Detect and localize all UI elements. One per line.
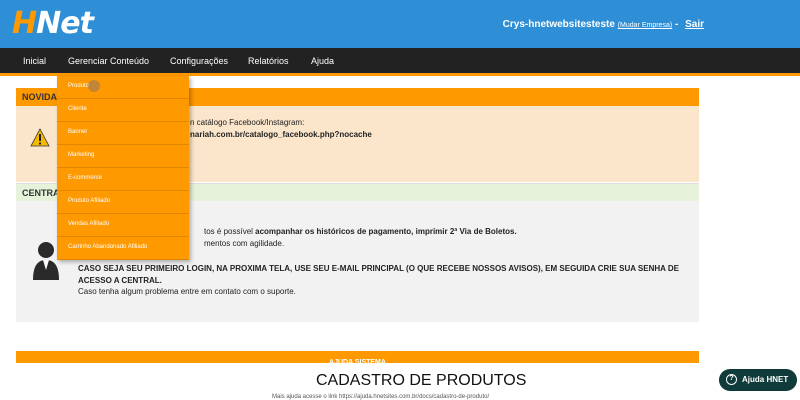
top-header: HNet Crys-hnetwebsitesteste (Mudar Empre… xyxy=(0,0,800,48)
ajuda-hnet-label: Ajuda HNET xyxy=(742,375,789,384)
mouse-cursor-indicator xyxy=(88,80,100,92)
nav-item-gerenciar-conteudo[interactable]: Gerenciar Conteúdo xyxy=(68,56,149,66)
help-bar: AJUDA SISTEMA xyxy=(16,351,699,366)
help-link[interactable]: Mais ajuda acesse o link https://ajuda.h… xyxy=(272,394,489,400)
dropdown-item-cliente[interactable]: Cliente xyxy=(57,99,189,122)
help-title: CADASTRO DE PRODUTOS xyxy=(316,372,527,389)
dropdown-item-produto[interactable]: Produto xyxy=(57,76,189,99)
dropdown-item-carrinho-abandonado[interactable]: Carrinho Abandonado Afiliado xyxy=(57,237,189,260)
dropdown-item-vendas-afiliado[interactable]: Vendas Afiliado xyxy=(57,214,189,237)
account-info: Crys-hnetwebsitesteste (Mudar Empresa) -… xyxy=(503,19,704,30)
nav-item-relatorios[interactable]: Relatórios xyxy=(248,56,289,66)
dropdown-item-marketing[interactable]: Marketing xyxy=(57,145,189,168)
ajuda-hnet-button[interactable]: ? Ajuda HNET xyxy=(719,369,797,391)
main-nav: Inicial Gerenciar Conteúdo Configurações… xyxy=(0,48,800,76)
support-notice: Caso tenha algum problema entre em conta… xyxy=(78,287,296,296)
user-support-icon xyxy=(33,242,59,280)
catalog-link[interactable]: nariah.com.br/catalogo_facebook.php?noca… xyxy=(190,130,372,139)
central-header-label: CENTRA xyxy=(22,188,60,198)
nav-item-ajuda[interactable]: Ajuda xyxy=(311,56,334,66)
dropdown-item-produto-afiliado[interactable]: Produto Afiliado xyxy=(57,191,189,214)
hnet-logo[interactable]: HNet xyxy=(12,7,94,41)
central-line-2: mentos com agilidade. xyxy=(204,239,285,248)
account-separator: - xyxy=(674,19,679,30)
question-icon: ? xyxy=(726,374,737,385)
first-login-notice: CASO SEJA SEU PRIMEIRO LOGIN, NA PROXIMA… xyxy=(78,264,679,285)
dropdown-item-banner[interactable]: Banner xyxy=(57,122,189,145)
nav-item-inicial[interactable]: Inicial xyxy=(23,56,46,66)
warning-icon xyxy=(30,128,50,147)
gerenciar-conteudo-dropdown: Produto Cliente Banner Marketing E-comme… xyxy=(57,76,189,260)
nav-item-configuracoes[interactable]: Configurações xyxy=(170,56,228,66)
logout-link[interactable]: Sair xyxy=(685,19,704,30)
central-line-1: tos é possível acompanhar os históricos … xyxy=(204,227,517,236)
change-company-link[interactable]: (Mudar Empresa) xyxy=(618,22,672,29)
dropdown-item-ecommerce[interactable]: E-commerce xyxy=(57,168,189,191)
news-line-1: n catálogo Facebook/Instagram: xyxy=(190,118,305,127)
account-name: Crys-hnetwebsitesteste xyxy=(502,19,615,30)
